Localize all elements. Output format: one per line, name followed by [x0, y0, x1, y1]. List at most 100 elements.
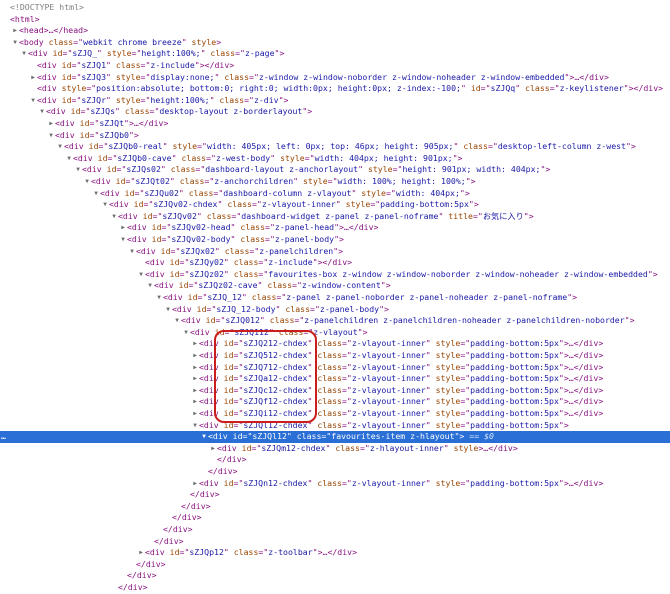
dom-node-row[interactable]: ▶ <div id="sZJQn12-chdex" class="z-vlayou… [0, 478, 670, 490]
dom-node-row[interactable]: ▼ <div id="sZJQ112" class="z-vlayout"> [0, 327, 670, 339]
expand-triangle-closed-icon[interactable]: ▶ [29, 72, 37, 84]
selected-node-row[interactable]: … ▼ <div id="sZJQl12" class="favourites-it… [0, 431, 670, 443]
dom-node-row[interactable]: ▼ <body class="webkit chrome breeze" styl… [0, 37, 670, 49]
expand-triangle-open-icon[interactable]: ▼ [38, 106, 46, 118]
expand-triangle-closed-icon[interactable]: ▶ [191, 362, 199, 374]
dom-node-row[interactable]: ▶ <div id="sZJQf12-chdex" class="z-vlayou… [0, 396, 670, 408]
expand-triangle-open-icon[interactable]: ▼ [20, 48, 28, 60]
dom-node-row[interactable]: ▼ <div id="sZJQl12-chdex" class="z-vlayou… [0, 420, 670, 432]
dom-node-row[interactable]: </div> [0, 466, 670, 478]
dom-node-row[interactable]: ▼ <div id="sZJQr" style="height:100%;" cl… [0, 95, 670, 107]
expand-triangle-closed-icon[interactable]: ▶ [191, 373, 199, 385]
expand-triangle-closed-icon[interactable]: ▶ [191, 408, 199, 420]
expand-triangle-open-icon[interactable]: ▼ [155, 292, 163, 304]
dom-node-row[interactable]: <div id="sZJQy02" class="z-include"></di… [0, 257, 670, 269]
dom-node-row[interactable]: ▼ <div id="sZJQv02-body" class="z-panel-b… [0, 234, 670, 246]
expand-triangle-open-icon[interactable]: ▼ [101, 199, 109, 211]
dom-node-row[interactable]: ▶ <div id="sZJQt">…</div> [0, 118, 670, 130]
node-tag-text: =" [197, 292, 208, 302]
node-tag-text: "> [459, 187, 470, 198]
dom-node-row[interactable]: ▼ <div id="sZJQs02" class="dashboard-layo… [0, 164, 670, 176]
expand-triangle-open-icon[interactable]: ▼ [191, 420, 199, 432]
expand-triangle-closed-icon[interactable]: ▶ [191, 385, 199, 397]
dom-node-row[interactable]: ▶ <div id="sZJQi12-chdex" class="z-vlayou… [0, 408, 670, 420]
expand-triangle-open-icon[interactable]: ▼ [47, 130, 55, 142]
expand-triangle-closed-icon[interactable]: ▶ [191, 338, 199, 350]
dom-node-row[interactable]: ▶ <head>…</head> [0, 25, 670, 37]
node-val-text: sZJQr [81, 94, 107, 105]
expand-triangle-open-icon[interactable]: ▼ [65, 153, 73, 165]
dom-node-row[interactable]: </div> [0, 582, 670, 594]
expand-triangle-open-icon[interactable]: ▼ [146, 280, 154, 292]
expand-triangle-closed-icon[interactable]: ▶ [47, 118, 55, 130]
node-tag-text: =" [140, 71, 151, 82]
expand-triangle-open-icon[interactable]: ▼ [164, 304, 172, 316]
dom-node-row[interactable]: <div style="position:absolute; bottom:0;… [0, 83, 670, 95]
expand-triangle-closed-icon[interactable]: ▶ [137, 547, 145, 559]
expand-triangle-closed-icon[interactable]: ▶ [191, 478, 199, 490]
expand-triangle-closed-icon[interactable]: ▶ [119, 222, 127, 234]
dom-node-row[interactable]: ▼ <div id="sZJQz02-cave" class="z-window-… [0, 280, 670, 292]
dom-node-row[interactable]: </div> [0, 501, 670, 513]
expand-triangle-open-icon[interactable]: ▼ [56, 141, 64, 153]
dom-node-row[interactable]: <html> [0, 14, 670, 26]
dom-node-row[interactable]: ▼ <div id="sZJQ_" style="height:100%;" cl… [0, 48, 670, 60]
dom-node-row[interactable]: ▼ <div id="sZJQt02" class="z-anchorchildr… [0, 176, 670, 188]
dom-node-row[interactable]: ▼ <div id="sZJQv02" class="dashboard-widg… [0, 211, 670, 223]
expand-triangle-open-icon[interactable]: ▼ [173, 315, 181, 327]
node-attr-text: id [61, 94, 72, 105]
expand-triangle-open-icon[interactable]: ▼ [92, 188, 100, 200]
node-tag-text: " [223, 547, 234, 558]
dom-node-row[interactable]: ▶ <div id="sZJQ712-chdex" class="z-vlayou… [0, 362, 670, 374]
dom-node-row[interactable]: ▶ <div id="sZJQ3" style="display:none;" c… [0, 72, 670, 84]
dom-node-row[interactable]: </div> [0, 454, 670, 466]
expand-triangle-closed-icon[interactable]: ▶ [191, 396, 199, 408]
dom-node-row[interactable]: ▼ <div id="sZJQb0-real" style="width: 405… [0, 141, 670, 153]
dom-node-row[interactable]: ▼ <div id="sZJQ_12" class="z-panel z-pane… [0, 292, 670, 304]
dom-node-row[interactable]: </div> [0, 559, 670, 571]
expand-triangle-closed-icon[interactable]: ▶ [191, 350, 199, 362]
dom-node-row[interactable]: </div> [0, 570, 670, 582]
expand-triangle-open-icon[interactable]: ▼ [119, 234, 127, 246]
dom-node-row[interactable]: ▼ <div id="sZJQ012" class="z-panelchildre… [0, 315, 670, 327]
dom-node-row[interactable]: ▼ <div id="sZJQ_12-body" class="z-panel-b… [0, 304, 670, 316]
dom-node-row[interactable]: </div> [0, 512, 670, 524]
dom-node-row[interactable]: ▼ <div id="sZJQx02" class="z-panelchildre… [0, 246, 670, 258]
node-attr-text: id [232, 431, 243, 442]
node-tag-text: "></div> [623, 83, 664, 94]
expand-triangle-closed-icon[interactable]: ▶ [11, 25, 19, 37]
dom-node-row[interactable]: ▶ <div id="sZJQ512-chdex" class="z-vlayou… [0, 350, 670, 362]
dom-node-row[interactable]: ▶ <div id="sZJQc12-chdex" class="z-vlayou… [0, 385, 670, 397]
dom-node-row[interactable]: ▶ <div id="sZJQv02-head" class="z-panel-h… [0, 222, 670, 234]
dom-node-row[interactable]: ▶ <div id="sZJQa12-chdex" class="z-vlayou… [0, 373, 670, 385]
dom-node-row[interactable]: ▼ <div id="sZJQv02-chdex" class="z-vlayou… [0, 199, 670, 211]
dom-node-row[interactable]: ▼ <div id="sZJQs" class="desktop-layout z… [0, 106, 670, 118]
dom-node-row[interactable]: </div> [0, 524, 670, 536]
dom-node-row[interactable]: ▼ <div id="sZJQb0"> [0, 130, 670, 142]
node-attr-text: id [97, 152, 108, 163]
expand-triangle-open-icon[interactable]: ▼ [200, 431, 208, 443]
expand-triangle-closed-icon[interactable]: ▶ [209, 443, 217, 455]
node-tag-text: </div> [573, 384, 604, 395]
dom-node-row[interactable]: ▶ <div id="sZJQ212-chdex" class="z-vlayou… [0, 338, 670, 350]
dom-node-row[interactable]: ▼ <div id="sZJQu02" class="dashboard-colu… [0, 188, 670, 200]
dom-node-row[interactable]: ▼ <div id="sZJQb0-cave" class="z-west-bod… [0, 153, 670, 165]
expand-triangle-open-icon[interactable]: ▼ [110, 211, 118, 223]
expand-triangle-open-icon[interactable]: ▼ [137, 269, 145, 281]
dom-node-row[interactable]: ▶ <div id="sZJQp12" class="z-toolbar">…</… [0, 547, 670, 559]
node-val-text: sZJQ212-chdex [243, 338, 308, 349]
expand-triangle-open-icon[interactable]: ▼ [74, 164, 82, 176]
dom-node-row[interactable]: <div id="sZJQ1" class="z-include"></div> [0, 60, 670, 72]
dom-node-row[interactable]: ▼ <div id="sZJQz02" class="favourites-box… [0, 269, 670, 281]
dom-node-row[interactable]: </div> [0, 489, 670, 501]
expand-triangle-open-icon[interactable]: ▼ [11, 37, 19, 49]
node-attr-text: class [233, 547, 259, 558]
dom-node-row[interactable]: <!DOCTYPE html> [0, 2, 670, 14]
node-tag-text: " [425, 384, 436, 395]
dom-node-row[interactable]: ▶ <div id="sZJQm12-chdex" class="z-hlayou… [0, 443, 670, 455]
dom-node-row[interactable]: </div> [0, 536, 670, 548]
expand-triangle-open-icon[interactable]: ▼ [128, 246, 136, 258]
expand-triangle-open-icon[interactable]: ▼ [29, 95, 37, 107]
expand-triangle-open-icon[interactable]: ▼ [182, 327, 190, 339]
expand-triangle-open-icon[interactable]: ▼ [83, 176, 91, 188]
